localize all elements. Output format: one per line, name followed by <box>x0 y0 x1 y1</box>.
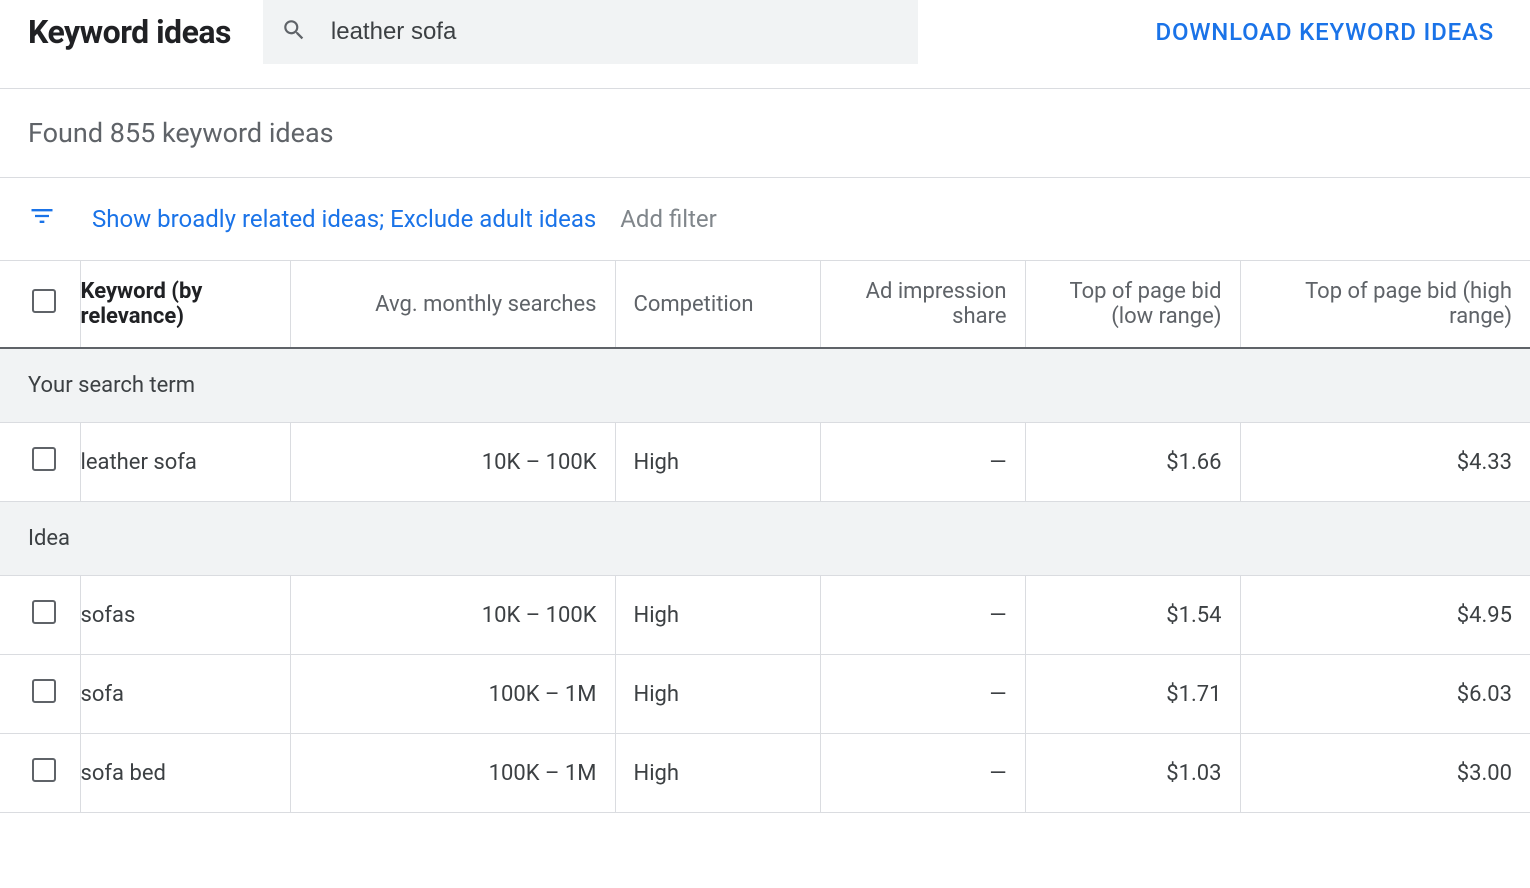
section-label: Your search term <box>0 348 1530 423</box>
column-header-impression-share[interactable]: Ad impression share <box>820 261 1025 348</box>
header-bar: Keyword ideas DOWNLOAD KEYWORD IDEAS <box>0 0 1530 64</box>
search-box[interactable] <box>263 0 918 64</box>
table-section-header: Idea <box>0 502 1530 576</box>
section-label: Idea <box>0 502 1530 576</box>
search-input[interactable] <box>331 18 900 46</box>
table-row: sofa100K – 1MHigh—$1.71$6.03 <box>0 655 1530 734</box>
table-section-header: Your search term <box>0 348 1530 423</box>
row-checkbox[interactable] <box>32 447 56 471</box>
filter-icon[interactable] <box>28 202 56 236</box>
column-header-keyword[interactable]: Keyword (by relevance) <box>80 261 290 348</box>
search-icon <box>281 17 307 47</box>
table-row: leather sofa10K – 100KHigh—$1.66$4.33 <box>0 423 1530 502</box>
cell-impression-share: — <box>820 655 1025 734</box>
cell-bid-high: $6.03 <box>1240 655 1530 734</box>
cell-avg-searches: 100K – 1M <box>290 655 615 734</box>
cell-keyword: sofa bed <box>80 734 290 813</box>
cell-competition: High <box>615 576 820 655</box>
cell-avg-searches: 100K – 1M <box>290 734 615 813</box>
cell-avg-searches: 10K – 100K <box>290 423 615 502</box>
row-checkbox[interactable] <box>32 758 56 782</box>
cell-avg-searches: 10K – 100K <box>290 576 615 655</box>
cell-bid-low: $1.71 <box>1025 655 1240 734</box>
cell-bid-high: $4.95 <box>1240 576 1530 655</box>
row-checkbox[interactable] <box>32 679 56 703</box>
add-filter-button[interactable]: Add filter <box>620 205 717 233</box>
cell-checkbox <box>0 655 80 734</box>
column-header-avg-searches[interactable]: Avg. monthly searches <box>290 261 615 348</box>
cell-bid-high: $3.00 <box>1240 734 1530 813</box>
cell-checkbox <box>0 423 80 502</box>
cell-competition: High <box>615 655 820 734</box>
cell-keyword: leather sofa <box>80 423 290 502</box>
cell-checkbox <box>0 576 80 655</box>
select-all-checkbox[interactable] <box>32 289 56 313</box>
row-checkbox[interactable] <box>32 600 56 624</box>
cell-keyword: sofas <box>80 576 290 655</box>
cell-competition: High <box>615 734 820 813</box>
column-header-competition[interactable]: Competition <box>615 261 820 348</box>
cell-checkbox <box>0 734 80 813</box>
column-header-bid-high[interactable]: Top of page bid (high range) <box>1240 261 1530 348</box>
page-title: Keyword ideas <box>28 13 231 51</box>
cell-impression-share: — <box>820 576 1025 655</box>
cell-keyword: sofa <box>80 655 290 734</box>
download-keyword-ideas-button[interactable]: DOWNLOAD KEYWORD IDEAS <box>1156 18 1502 46</box>
applied-filters-link[interactable]: Show broadly related ideas; Exclude adul… <box>92 205 596 233</box>
cell-bid-low: $1.66 <box>1025 423 1240 502</box>
cell-bid-high: $4.33 <box>1240 423 1530 502</box>
keyword-ideas-table: Keyword (by relevance) Avg. monthly sear… <box>0 261 1530 813</box>
cell-bid-low: $1.03 <box>1025 734 1240 813</box>
column-header-bid-low[interactable]: Top of page bid (low range) <box>1025 261 1240 348</box>
table-row: sofa bed100K – 1MHigh—$1.03$3.00 <box>0 734 1530 813</box>
cell-impression-share: — <box>820 423 1025 502</box>
filter-bar: Show broadly related ideas; Exclude adul… <box>0 177 1530 261</box>
results-count: Found 855 keyword ideas <box>0 89 1530 177</box>
table-row: sofas10K – 100KHigh—$1.54$4.95 <box>0 576 1530 655</box>
table-header-row: Keyword (by relevance) Avg. monthly sear… <box>0 261 1530 348</box>
cell-impression-share: — <box>820 734 1025 813</box>
column-header-checkbox <box>0 261 80 348</box>
cell-bid-low: $1.54 <box>1025 576 1240 655</box>
cell-competition: High <box>615 423 820 502</box>
